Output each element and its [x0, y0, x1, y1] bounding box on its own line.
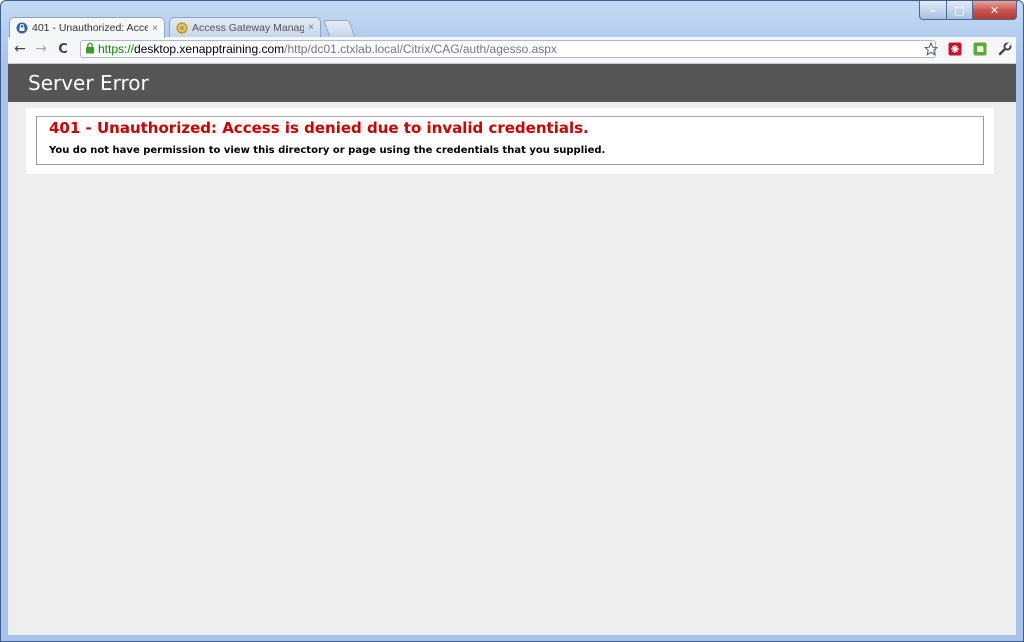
- tab-access-gateway[interactable]: Access Gateway Manageme ×: [169, 17, 321, 37]
- new-tab-button[interactable]: [323, 20, 355, 36]
- tab-strip: 401 - Unauthorized: Access × Access Gate…: [9, 15, 709, 38]
- url-scheme: https://: [98, 42, 135, 56]
- window-controls: – □ ✕: [919, 1, 1017, 20]
- page-header: Server Error: [8, 64, 1016, 102]
- extension-red-icon[interactable]: [946, 40, 964, 58]
- reload-button[interactable]: C: [54, 40, 72, 58]
- gateway-icon: [176, 22, 188, 34]
- url-host: desktop.xenapptraining.com: [134, 42, 285, 56]
- minimize-button[interactable]: –: [919, 1, 947, 20]
- maximize-button[interactable]: □: [947, 1, 973, 20]
- browser-toolbar: ← → C https://desktop.xenapptraining.com…: [8, 37, 1016, 64]
- error-panel: 401 - Unauthorized: Access is denied due…: [26, 108, 994, 174]
- browser-window: – □ ✕ 401 - Unauthorized: Access × Acces…: [0, 0, 1024, 642]
- back-button[interactable]: ←: [11, 40, 29, 58]
- bookmark-star-icon[interactable]: [922, 40, 940, 58]
- address-bar[interactable]: https://desktop.xenapptraining.com/http/…: [80, 40, 936, 58]
- error-title: 401 - Unauthorized: Access is denied due…: [49, 119, 589, 137]
- error-box: 401 - Unauthorized: Access is denied due…: [36, 116, 984, 165]
- tab-title: 401 - Unauthorized: Access: [32, 22, 149, 34]
- tab-title: Access Gateway Manageme: [192, 21, 304, 34]
- page-content: Server Error 401 - Unauthorized: Access …: [8, 64, 1016, 635]
- wrench-icon[interactable]: [996, 40, 1014, 58]
- lock-icon: [85, 42, 95, 57]
- error-message: You do not have permission to view this …: [49, 145, 606, 156]
- tab-close-icon[interactable]: ×: [152, 23, 158, 34]
- tab-401-unauthorized[interactable]: 401 - Unauthorized: Access ×: [9, 17, 165, 38]
- url-path: /http/dc01.ctxlab.local/Citrix/CAG/auth/…: [284, 42, 557, 56]
- tab-close-icon[interactable]: ×: [308, 22, 314, 33]
- lock-page-icon: [16, 22, 28, 34]
- forward-button[interactable]: →: [32, 40, 50, 58]
- close-window-button[interactable]: ✕: [973, 1, 1017, 20]
- evernote-icon[interactable]: [971, 40, 989, 58]
